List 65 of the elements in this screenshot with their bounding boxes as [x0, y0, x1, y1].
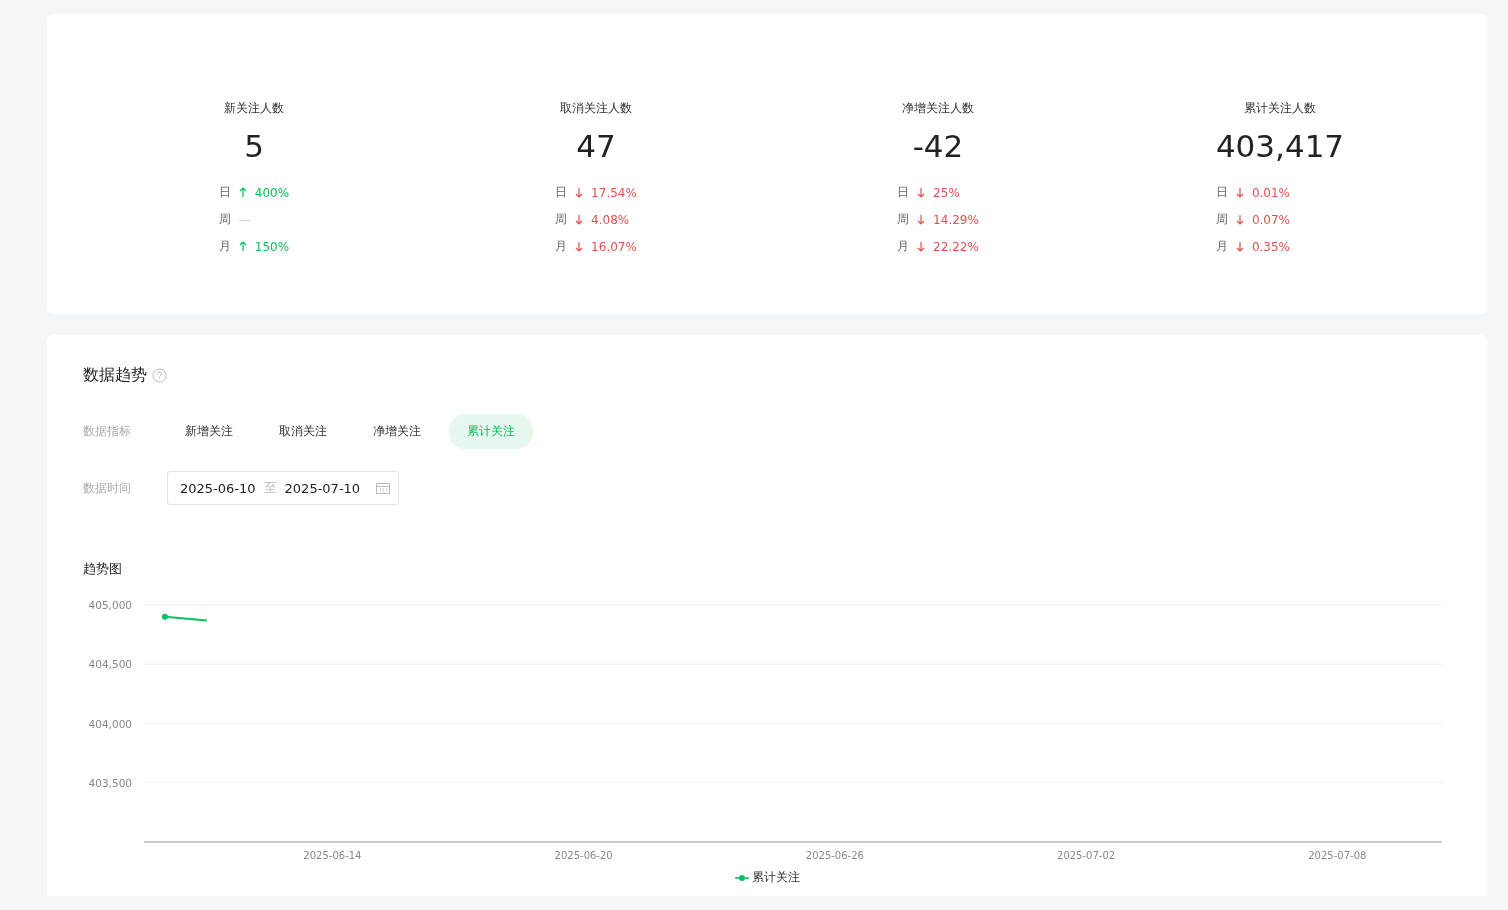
change-value: 0.35% [1251, 239, 1290, 254]
change-value: — [238, 212, 251, 227]
arrow-down-icon [917, 214, 926, 225]
period-label: 日 [1215, 184, 1228, 201]
change-value: 17.54% [591, 185, 637, 200]
arrow-up-icon [238, 187, 247, 198]
arrow-down-icon [917, 187, 926, 198]
stat-title: 累计关注人数 [1244, 100, 1316, 117]
stat-value: 403,417 [1215, 127, 1345, 165]
axis-label: 405,000 [88, 599, 132, 611]
stat-value: 5 [244, 127, 264, 165]
period-label: 周 [897, 211, 910, 228]
arrow-down-icon [917, 241, 926, 252]
change-value: 16.07% [591, 239, 637, 254]
arrow-up-icon [238, 241, 247, 252]
stat-value: -42 [912, 127, 964, 165]
legend-marker-icon [734, 873, 749, 882]
axis-label: 403,500 [88, 776, 132, 789]
stat-value: 47 [576, 127, 616, 165]
stat-title: 净增关注人数 [902, 100, 974, 117]
change-value: 22.22% [933, 239, 979, 254]
period-label: 日 [897, 184, 910, 201]
change-value: 0.07% [1251, 212, 1290, 227]
axis-label: 2025-06-20 [554, 850, 613, 861]
arrow-down-icon [575, 241, 584, 252]
section-title: 数据趋势 [83, 365, 147, 386]
period-label: 日 [218, 184, 231, 201]
arrow-down-icon [1235, 187, 1244, 198]
period-label: 月 [218, 238, 231, 255]
arrow-down-icon [575, 187, 584, 198]
data-point [161, 613, 168, 620]
period-label: 月 [555, 238, 568, 255]
period-label: 日 [555, 184, 568, 201]
axis-label: 404,500 [88, 658, 132, 671]
chart-title: 趋势图 [83, 560, 123, 578]
metric-tab[interactable]: 新增关注 [167, 414, 251, 449]
change-value: 0.01% [1251, 185, 1290, 200]
date-range-field[interactable]: 2025-06-10 至 2025-07-10 [167, 471, 400, 505]
period-label: 周 [1215, 211, 1228, 228]
metric-tab[interactable]: 净增关注 [355, 414, 439, 449]
stat-title: 新关注人数 [224, 100, 284, 117]
period-label: 周 [555, 211, 568, 228]
period-label: 月 [1215, 238, 1228, 255]
filter-label: 数据时间 [83, 479, 132, 497]
change-value: 400% [254, 185, 290, 200]
axis-label: 2025-07-08 [1308, 850, 1367, 861]
metric-tab[interactable]: 取消关注 [261, 414, 345, 449]
axis-label: 2025-07-02 [1057, 850, 1116, 861]
period-label: 月 [897, 238, 910, 255]
help-icon[interactable] [152, 368, 167, 383]
period-label: 周 [218, 211, 231, 228]
axis-label: 2025-06-26 [805, 850, 864, 861]
change-value: 4.08% [591, 212, 630, 227]
arrow-down-icon [575, 214, 584, 225]
arrow-down-icon [1235, 241, 1244, 252]
filter-label: 数据指标 [83, 423, 132, 440]
axis-label: 404,000 [88, 717, 132, 730]
change-value: 14.29% [933, 212, 979, 227]
axis-label: 2025-06-14 [303, 850, 362, 861]
legend-label: 累计关注 [751, 869, 800, 886]
calendar-icon [376, 482, 391, 494]
stat-title: 取消关注人数 [560, 100, 632, 117]
change-value: 25% [933, 185, 960, 200]
arrow-down-icon [1235, 214, 1244, 225]
change-value: 150% [254, 239, 290, 254]
